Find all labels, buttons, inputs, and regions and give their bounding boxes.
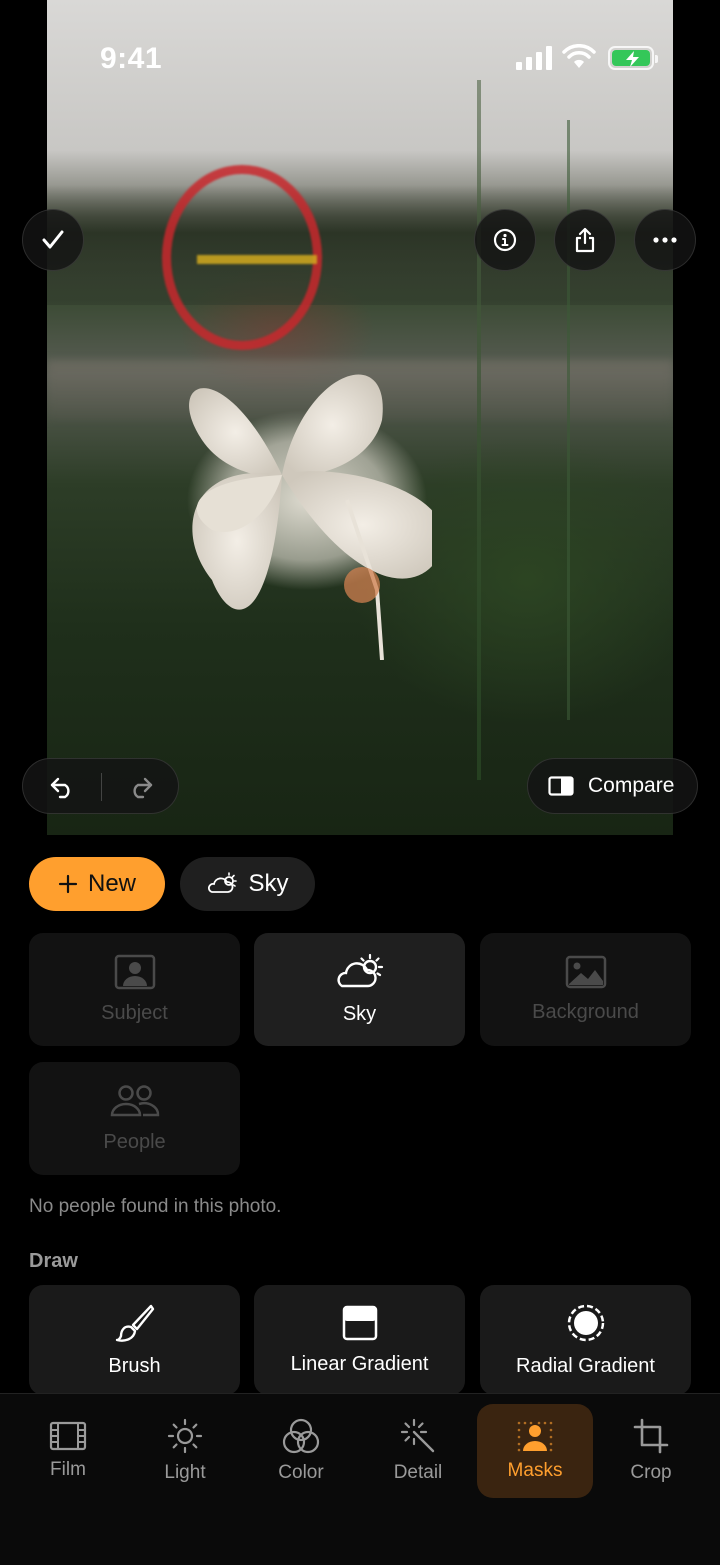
portrait-icon: [114, 954, 155, 990]
tab-color[interactable]: Color: [243, 1404, 359, 1498]
compare-button[interactable]: Compare: [527, 758, 698, 814]
draw-tile-radial-gradient[interactable]: Radial Gradient: [480, 1285, 691, 1395]
status-bar: 9:41: [0, 0, 720, 110]
mask-tile-label: Background: [532, 1001, 639, 1023]
mask-tile-label: Subject: [101, 1002, 168, 1024]
plus-icon: [58, 874, 78, 894]
new-mask-label: New: [87, 870, 136, 897]
tab-label: Light: [164, 1462, 206, 1483]
undo-redo-group: [22, 758, 179, 814]
mask-tile-label: Sky: [342, 1003, 377, 1025]
more-button[interactable]: [634, 209, 696, 271]
current-mask-label: Sky: [248, 870, 289, 897]
mask-tile-label: People: [103, 1131, 166, 1153]
confirm-button[interactable]: [22, 209, 84, 271]
tab-label: Color: [278, 1462, 324, 1483]
sun-icon: [167, 1418, 203, 1454]
new-mask-button[interactable]: New: [29, 857, 165, 911]
draw-section-title: Draw: [29, 1250, 78, 1272]
mask-tile-background[interactable]: Background: [480, 933, 691, 1046]
battery-icon: [608, 46, 658, 70]
mask-tile-subject[interactable]: Subject: [29, 933, 240, 1046]
share-icon: [575, 227, 595, 253]
tab-label: Crop: [630, 1462, 672, 1483]
linear-gradient-icon: [342, 1305, 377, 1340]
tab-detail[interactable]: Detail: [360, 1404, 476, 1498]
brush-icon: [115, 1304, 154, 1342]
mask-tile-sky[interactable]: Sky: [254, 933, 465, 1046]
draw-tile-linear-gradient[interactable]: Linear Gradient: [254, 1285, 465, 1395]
color-icon: [282, 1418, 320, 1454]
draw-tile-label: Brush: [108, 1354, 161, 1377]
tab-label: Film: [50, 1459, 86, 1480]
checkmark-icon: [42, 230, 64, 249]
tab-light[interactable]: Light: [127, 1404, 243, 1498]
redo-button[interactable]: [102, 759, 180, 815]
undo-button[interactable]: [23, 759, 101, 815]
draw-tile-label: Radial Gradient: [516, 1354, 655, 1377]
cloud-sun-icon: [336, 953, 383, 988]
bottom-tab-bar: Film Light Color Detail Masks Crop: [0, 1393, 720, 1565]
tab-masks[interactable]: Masks: [477, 1404, 593, 1498]
mask-icon: [517, 1421, 553, 1452]
crop-icon: [633, 1418, 669, 1454]
draw-tile-brush[interactable]: Brush: [29, 1285, 240, 1395]
draw-tile-label: Linear Gradient: [290, 1352, 429, 1375]
tab-label: Masks: [507, 1460, 563, 1481]
photo-stem-secondary: [567, 120, 570, 720]
image-icon: [565, 955, 606, 989]
people-icon: [110, 1085, 159, 1117]
compare-icon: [548, 776, 574, 796]
redo-icon: [133, 777, 153, 799]
mask-tile-people[interactable]: People: [29, 1062, 240, 1175]
photo-stem: [477, 80, 481, 780]
status-time: 9:41: [100, 42, 163, 75]
compare-label: Compare: [588, 774, 675, 797]
radial-gradient-icon: [567, 1304, 604, 1341]
film-icon: [49, 1421, 87, 1451]
wifi-icon: [562, 44, 596, 68]
info-button[interactable]: [474, 209, 536, 271]
undo-icon: [50, 777, 70, 799]
sparkle-icon: [400, 1418, 435, 1453]
cloud-sun-icon: [208, 872, 238, 893]
info-icon: [493, 228, 517, 252]
tab-label: Detail: [393, 1462, 443, 1483]
share-button[interactable]: [554, 209, 616, 271]
photo-preview[interactable]: [47, 0, 673, 835]
cellular-signal-icon: [516, 46, 552, 70]
tab-film[interactable]: Film: [10, 1404, 126, 1498]
more-icon: [653, 237, 677, 243]
current-mask-chip[interactable]: Sky: [180, 857, 315, 911]
tab-crop[interactable]: Crop: [593, 1404, 709, 1498]
no-people-note: No people found in this photo.: [29, 1196, 282, 1217]
photo-flower: [189, 374, 432, 660]
